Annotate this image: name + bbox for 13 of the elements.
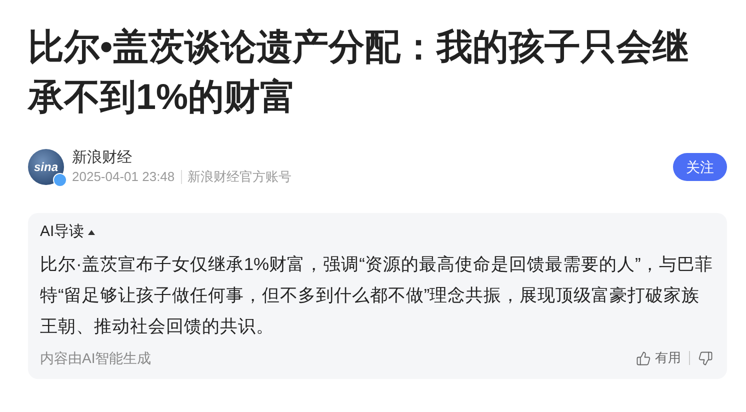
useful-button[interactable]: 有用 bbox=[636, 348, 681, 368]
summary-text: 比尔·盖茨宣布子女仅继承1%财富，强调“资源的最高使命是回馈最需要的人”，与巴菲特“留足够让孩子做任何事，但不多到什么都不做”理念共振，展现顶级富豪打破家族王朝、推动社会回馈的共识。 bbox=[40, 252, 714, 338]
avatar-icon: sina bbox=[28, 149, 64, 185]
article-title: 比尔•盖茨谈论遗产分配：我的孩子只会继承不到1%的财富 bbox=[28, 25, 690, 119]
thumbs-down-icon[interactable] bbox=[698, 350, 713, 366]
caret-icon bbox=[88, 230, 96, 235]
thumbs-up-icon bbox=[636, 350, 651, 366]
publish-time: 2025-04-01 23:48 bbox=[72, 168, 175, 186]
follow-button[interactable]: 关注 bbox=[673, 153, 727, 181]
account-label: 新浪财经官方账号 bbox=[188, 168, 292, 186]
ai-summary-toggle[interactable]: AI导读 bbox=[40, 221, 96, 244]
ai-generated-note: 内容由AI智能生成 bbox=[40, 348, 152, 368]
author-name[interactable]: 新浪财经 bbox=[72, 148, 292, 168]
